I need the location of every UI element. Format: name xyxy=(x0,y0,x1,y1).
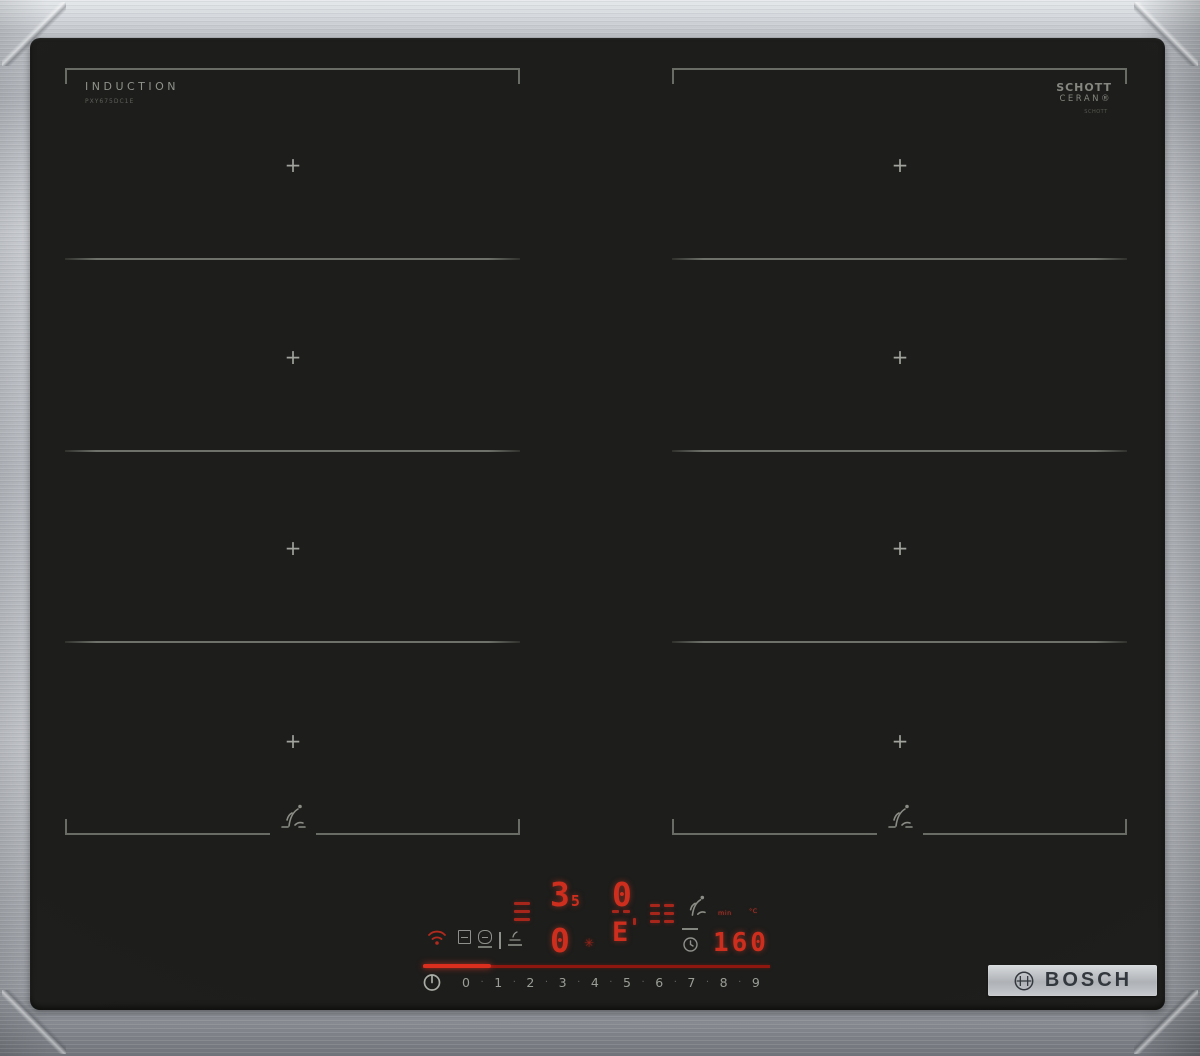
zone-plus-marker: + xyxy=(284,729,302,753)
printed-key-cluster xyxy=(458,930,522,949)
scale-dot: · xyxy=(609,977,613,988)
power-icon[interactable] xyxy=(422,972,442,992)
scale-dot: · xyxy=(673,977,677,988)
model-label: PXY675DC1E xyxy=(85,98,135,105)
scale-dot: · xyxy=(705,977,710,988)
timer-clock-icon[interactable] xyxy=(682,936,699,953)
heat-indicator-dash xyxy=(664,912,674,915)
zone-plus-marker: + xyxy=(891,729,909,753)
level-0[interactable]: 0 xyxy=(462,975,470,990)
zone-divider xyxy=(65,450,520,452)
level-4[interactable]: 4 xyxy=(591,975,599,990)
zone-divider xyxy=(672,258,1127,260)
scale-dot: · xyxy=(544,977,549,988)
level-3[interactable]: 3 xyxy=(559,975,567,990)
zone-plus-marker: + xyxy=(284,153,302,177)
bosch-wordmark: BOSCH xyxy=(1044,969,1133,991)
power-level-scale: 0 · 1 · 2 · 3 · 4 · 5 · 6 · 7 · 8 · 9 xyxy=(462,975,760,990)
scale-dot: · xyxy=(577,977,581,988)
indicator-mark xyxy=(633,918,636,925)
pause-key-icon xyxy=(458,930,471,944)
schott-signature: SCHOTT xyxy=(1084,109,1108,115)
level-half-value: 5 xyxy=(570,892,580,910)
key-caption-mark xyxy=(478,946,492,948)
schott-line1: SCHOTT xyxy=(1056,81,1112,94)
zone-select-indicator xyxy=(514,910,530,913)
zone-divider xyxy=(672,641,1127,643)
left-front-level-display: 0 xyxy=(550,921,570,960)
quick-start-key-icon xyxy=(509,931,521,941)
left-rear-level-display: 35 xyxy=(550,878,580,911)
induction-label: INDUCTION xyxy=(85,80,180,93)
power-slider-active-segment xyxy=(423,964,491,968)
zone-plus-marker: + xyxy=(891,536,909,560)
zone-plus-marker: + xyxy=(284,345,302,369)
glass-surface: + + + + + + + + INDUCTION PXY675DC1E SCH… xyxy=(30,38,1165,1010)
home-connect-key[interactable] xyxy=(478,930,492,948)
frying-sensor-key-icon[interactable] xyxy=(678,892,714,922)
zone-divider xyxy=(65,258,520,260)
heat-indicator-dash xyxy=(650,912,660,915)
scale-dot: · xyxy=(738,977,742,988)
timer-min-label: min xyxy=(718,909,732,917)
key-divider xyxy=(499,932,501,949)
zone-select-indicator xyxy=(514,902,530,905)
wifi-icon xyxy=(428,930,446,945)
frying-sensor-zone-icon xyxy=(281,804,306,828)
scale-dot: · xyxy=(512,977,516,988)
bosch-badge: BOSCH xyxy=(988,965,1157,996)
heat-indicator-dash xyxy=(664,920,674,923)
indicator-mark xyxy=(612,910,619,913)
cooktop-photo: + + + + + + + + INDUCTION PXY675DC1E SCH… xyxy=(0,0,1200,1056)
level-9[interactable]: 9 xyxy=(752,975,760,990)
zone-plus-marker: + xyxy=(891,153,909,177)
star-indicator: ✳ xyxy=(584,936,595,950)
scale-dot: · xyxy=(480,977,484,988)
indicator-glyph: E xyxy=(612,917,629,948)
scale-dot: · xyxy=(641,977,645,988)
sensor-key-underline xyxy=(682,928,698,930)
heat-indicator-dash xyxy=(650,904,660,907)
zone-select-indicator xyxy=(514,918,530,921)
heat-indicator-dash xyxy=(650,920,660,923)
schott-line2: CERAN® xyxy=(1059,93,1112,104)
zone-divider xyxy=(65,641,520,643)
zone-plus-marker: + xyxy=(284,536,302,560)
level-6[interactable]: 6 xyxy=(655,975,663,990)
schott-ceran-logo: SCHOTT CERAN® xyxy=(1052,81,1112,104)
pause-key[interactable] xyxy=(458,930,471,944)
level-1[interactable]: 1 xyxy=(494,975,502,990)
level-2[interactable]: 2 xyxy=(526,975,534,990)
right-rear-level-display: 0 xyxy=(612,875,632,914)
level-5[interactable]: 5 xyxy=(623,975,631,990)
indicator-mark xyxy=(623,910,630,913)
temp-unit-label: °C xyxy=(749,907,758,915)
bosch-symbol-icon xyxy=(1014,971,1034,990)
temperature-display: 160 xyxy=(713,928,769,958)
level-value: 3 xyxy=(550,875,570,914)
frying-sensor-zone-icon xyxy=(888,804,913,828)
level-7[interactable]: 7 xyxy=(687,975,695,990)
quick-start-key[interactable] xyxy=(508,930,522,946)
level-8[interactable]: 8 xyxy=(720,975,728,990)
home-connect-key-icon xyxy=(478,930,492,944)
zone-divider xyxy=(672,450,1127,452)
zone-plus-marker: + xyxy=(891,345,909,369)
heat-indicator-dash xyxy=(664,904,674,907)
key-caption-mark xyxy=(508,944,522,946)
